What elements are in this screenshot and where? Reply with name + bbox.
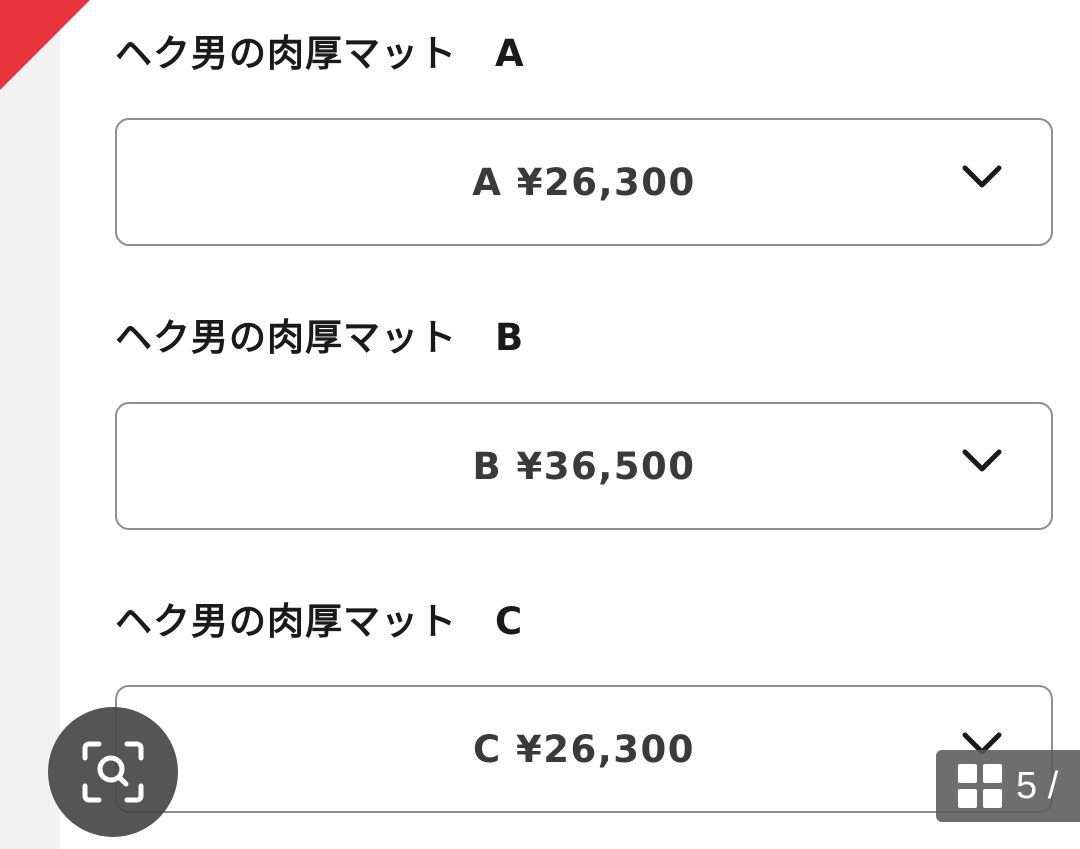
gallery-counter-text: 5 / [1016,764,1059,807]
option-b-selected-value: B ¥36,500 [472,444,696,488]
lens-search-icon [82,741,144,803]
left-gutter [0,0,60,849]
option-a-selected-value: A ¥26,300 [472,160,696,204]
visual-search-button[interactable] [48,707,178,837]
option-b-label: ヘク男の肉厚マット B [115,316,525,359]
chevron-down-icon [962,165,1002,188]
gallery-counter[interactable]: 5 / [936,750,1080,822]
chevron-down-icon [962,449,1002,472]
option-c-selected-value: C ¥26,300 [472,727,696,771]
option-a-select[interactable]: A ¥26,300 [115,118,1053,246]
corner-ribbon [0,0,90,90]
option-b-select[interactable]: B ¥36,500 [115,402,1053,530]
option-c-label: ヘク男の肉厚マット C [115,600,524,643]
grid-icon [958,764,1002,808]
option-c-select[interactable]: C ¥26,300 [115,685,1053,813]
option-a-label: ヘク男の肉厚マット A [115,32,525,75]
